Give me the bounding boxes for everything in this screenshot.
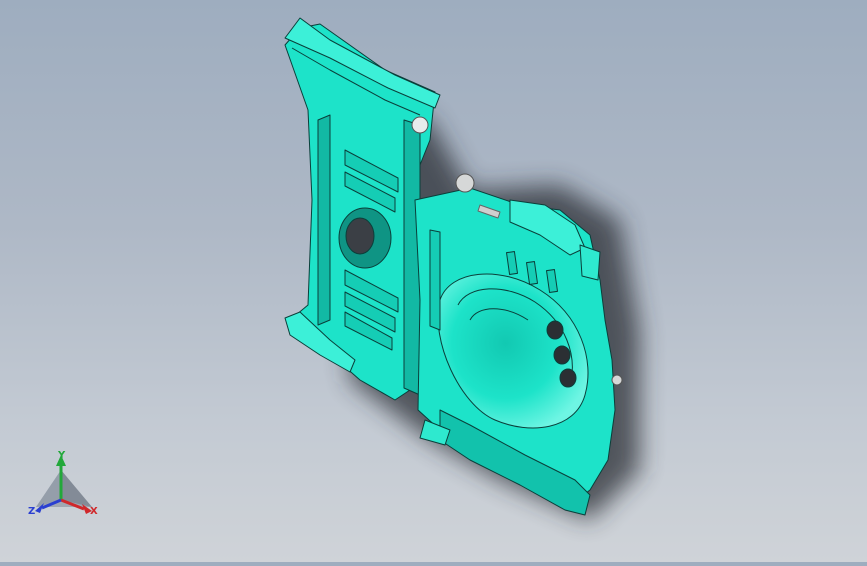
orientation-triad: [35, 455, 92, 514]
x-axis-label: X: [90, 506, 98, 517]
model-canvas[interactable]: [0, 0, 867, 562]
y-axis-label: Y: [58, 450, 66, 461]
floor-panel-assembly[interactable]: [284, 17, 623, 516]
z-axis-label: Z: [28, 506, 36, 517]
graphics-viewport[interactable]: Y X Z: [0, 0, 867, 562]
